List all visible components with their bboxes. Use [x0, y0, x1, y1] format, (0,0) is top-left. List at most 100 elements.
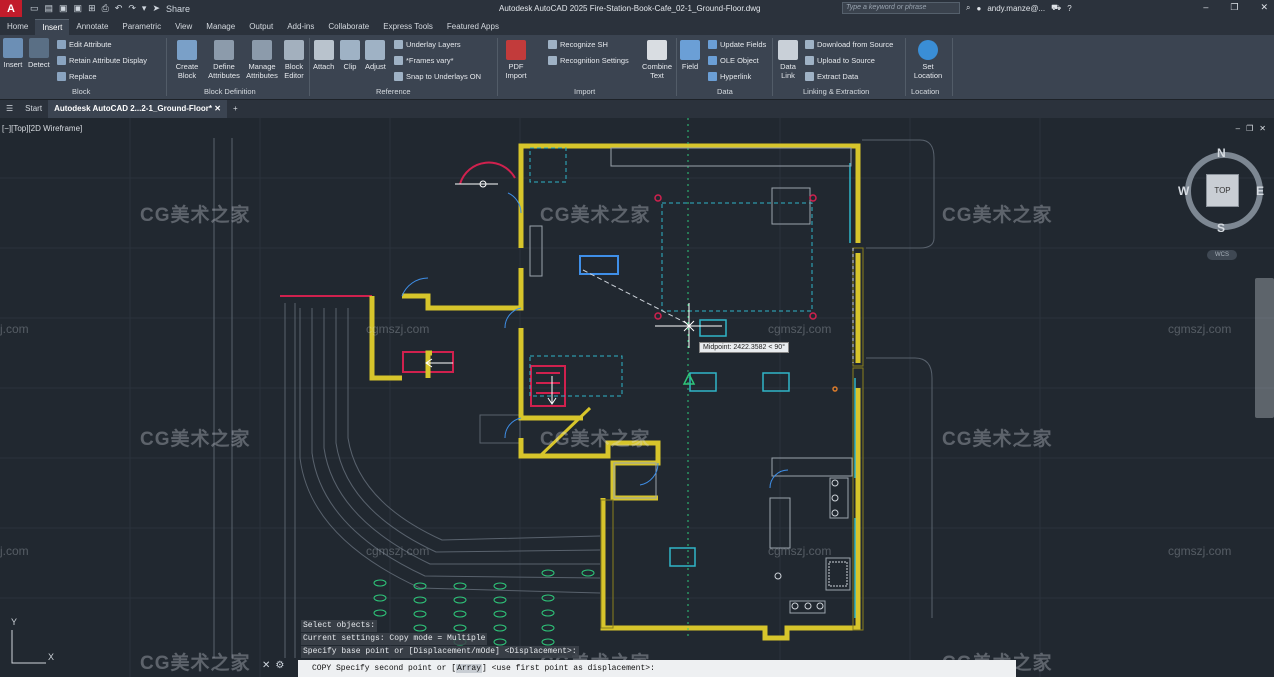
customize-wrench-icon[interactable]: ⚙ — [275, 660, 284, 671]
close-viewport-icon[interactable]: ✕ — [1259, 124, 1266, 133]
user-icon[interactable]: ● — [976, 4, 981, 13]
combine-text-button[interactable]: Combine Text — [640, 40, 674, 80]
manage-attributes-button[interactable]: Manage Attributes — [244, 40, 280, 80]
recognize-button[interactable]: Recognize SH — [548, 40, 608, 49]
panel-caption-reference[interactable]: Reference — [376, 87, 411, 96]
block-editor-button[interactable]: Block Editor — [282, 40, 306, 80]
tab-parametric[interactable]: Parametric — [115, 19, 168, 35]
create-block-button[interactable]: Create Block — [173, 40, 201, 80]
close-icon[interactable]: ✕ — [1260, 2, 1268, 13]
pdf-import-button[interactable]: PDF Import — [503, 40, 529, 80]
restore-icon[interactable]: ❐ — [1230, 2, 1238, 13]
define-attributes-button[interactable]: Define Attributes — [206, 40, 242, 80]
attach-button[interactable]: Attach — [313, 40, 334, 71]
search-icon[interactable]: ⌕ — [966, 3, 970, 13]
watermark: CG美术之家 — [942, 429, 1053, 450]
replace-button[interactable]: Replace — [57, 72, 97, 81]
open-icon[interactable]: ▤ — [45, 3, 54, 14]
share-icon[interactable]: ➤ — [152, 3, 160, 14]
clip-button[interactable]: Clip — [340, 40, 360, 71]
tab-active-drawing[interactable]: Autodesk AutoCAD 2...2-1_Ground-Floor* ✕ — [48, 100, 227, 118]
tab-home[interactable]: Home — [0, 19, 35, 35]
minimize-viewport-icon[interactable]: – — [1236, 124, 1240, 133]
cart-icon[interactable]: ⛟ — [1051, 3, 1061, 13]
command-option-array[interactable]: Array — [456, 664, 483, 673]
share-label[interactable]: Share — [166, 4, 190, 14]
autocad-logo-button[interactable]: A — [0, 0, 22, 17]
panel-caption-block-definition[interactable]: Block Definition — [204, 87, 256, 96]
web-icon[interactable]: ⊞ — [88, 3, 96, 14]
watermark-url: cgmszj.com — [768, 544, 832, 558]
tab-featured-apps[interactable]: Featured Apps — [440, 19, 506, 35]
detect-icon — [28, 38, 49, 58]
insert-button[interactable]: Insert — [3, 38, 23, 69]
drawing-viewport[interactable]: [−][Top][2D Wireframe] – ❐ ✕ Midpoint: 2… — [0, 118, 1274, 677]
save-icon[interactable]: ▣ — [59, 3, 68, 14]
help-icon[interactable]: ? — [1067, 4, 1071, 13]
detect-button[interactable]: Detect — [28, 38, 50, 69]
tab-insert[interactable]: Insert — [35, 19, 70, 35]
wcs-menu[interactable]: WCS — [1207, 250, 1237, 260]
search-input[interactable]: Type a keyword or phrase — [842, 2, 960, 14]
underlay-layers-button[interactable]: Underlay Layers — [394, 40, 461, 49]
frames-dropdown[interactable]: *Frames vary* — [394, 56, 454, 65]
customize-icon[interactable]: ▾ — [142, 3, 147, 14]
data-link-button[interactable]: Data Link — [777, 40, 799, 80]
tab-output[interactable]: Output — [242, 19, 280, 35]
adjust-button[interactable]: Adjust — [365, 40, 386, 71]
viewport-controls-label[interactable]: [−][Top][2D Wireframe] — [2, 124, 82, 133]
tab-view[interactable]: View — [168, 19, 199, 35]
ucs-y-label: Y — [11, 617, 18, 627]
tab-collaborate[interactable]: Collaborate — [321, 19, 376, 35]
update-fields-button[interactable]: Update Fields — [708, 40, 766, 49]
command-history-line: Specify base point or [Displacement/mOde… — [301, 646, 579, 658]
compass-west[interactable]: W — [1178, 184, 1189, 198]
save-as-icon[interactable]: ▣ — [74, 3, 83, 14]
panel-caption-block[interactable]: Block — [72, 87, 90, 96]
close-tab-icon[interactable]: ✕ — [214, 104, 221, 113]
close-command-line-icon[interactable]: ✕ — [262, 660, 270, 671]
pdf-icon — [506, 40, 526, 60]
restore-viewport-icon[interactable]: ❐ — [1246, 124, 1253, 133]
compass-east[interactable]: E — [1256, 184, 1264, 198]
compass-north[interactable]: N — [1217, 146, 1226, 160]
underlay-layers-icon — [394, 40, 403, 49]
set-location-button[interactable]: Set Location — [910, 40, 946, 80]
ole-object-button[interactable]: OLE Object — [708, 56, 759, 65]
download-from-source-button[interactable]: Download from Source — [805, 40, 893, 49]
manage-attributes-icon — [252, 40, 272, 60]
command-prompt-a: Specify second point or [ — [331, 664, 457, 673]
tab-manage[interactable]: Manage — [199, 19, 242, 35]
snap-underlays-dropdown[interactable]: Snap to Underlays ON — [394, 72, 481, 81]
panel-separator — [166, 38, 167, 96]
tab-start[interactable]: Start — [19, 100, 48, 118]
redo-icon[interactable]: ↷ — [128, 3, 136, 14]
tab-express-tools[interactable]: Express Tools — [376, 19, 440, 35]
new-tab-icon[interactable]: + — [227, 100, 244, 118]
watermark-url: cgmszj.com — [366, 544, 430, 558]
tab-add-ins[interactable]: Add-ins — [280, 19, 321, 35]
panel-caption-import: Import — [574, 87, 596, 96]
command-input-line[interactable]: COPY Specify second point or [Array] <us… — [298, 660, 1016, 677]
hyperlink-icon — [708, 72, 717, 81]
tab-annotate[interactable]: Annotate — [69, 19, 115, 35]
upload-to-source-button[interactable]: Upload to Source — [805, 56, 875, 65]
extract-data-button[interactable]: Extract Data — [805, 72, 858, 81]
menu-icon[interactable]: ☰ — [0, 100, 19, 118]
recognize-icon — [548, 40, 557, 49]
plot-icon[interactable]: ⎙ — [102, 3, 109, 14]
compass-south[interactable]: S — [1217, 221, 1225, 235]
new-icon[interactable]: ▭ — [30, 3, 39, 14]
recognition-settings-button[interactable]: Recognition Settings — [548, 56, 629, 65]
viewcube-top-face[interactable]: TOP — [1206, 174, 1239, 207]
user-name[interactable]: andy.manze@... — [987, 4, 1045, 13]
panel-caption-location: Location — [911, 87, 940, 96]
panel-separator — [676, 38, 677, 96]
minimize-icon[interactable]: – — [1203, 2, 1208, 13]
undo-icon[interactable]: ↶ — [115, 3, 123, 14]
field-button[interactable]: Field — [680, 40, 700, 71]
retain-attribute-button[interactable]: Retain Attribute Display — [57, 56, 147, 65]
edit-attribute-button[interactable]: Edit Attribute — [57, 40, 112, 49]
navigation-bar[interactable] — [1255, 278, 1274, 418]
hyperlink-button[interactable]: Hyperlink — [708, 72, 751, 81]
